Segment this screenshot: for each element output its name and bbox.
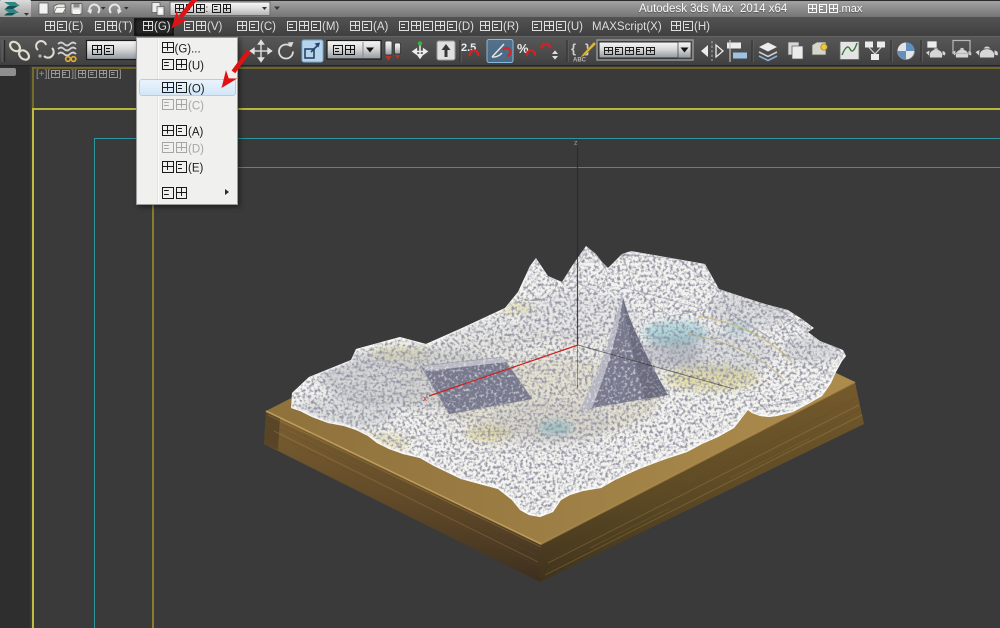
- svg-text:x: x: [423, 394, 427, 403]
- svg-text:z: z: [574, 140, 578, 147]
